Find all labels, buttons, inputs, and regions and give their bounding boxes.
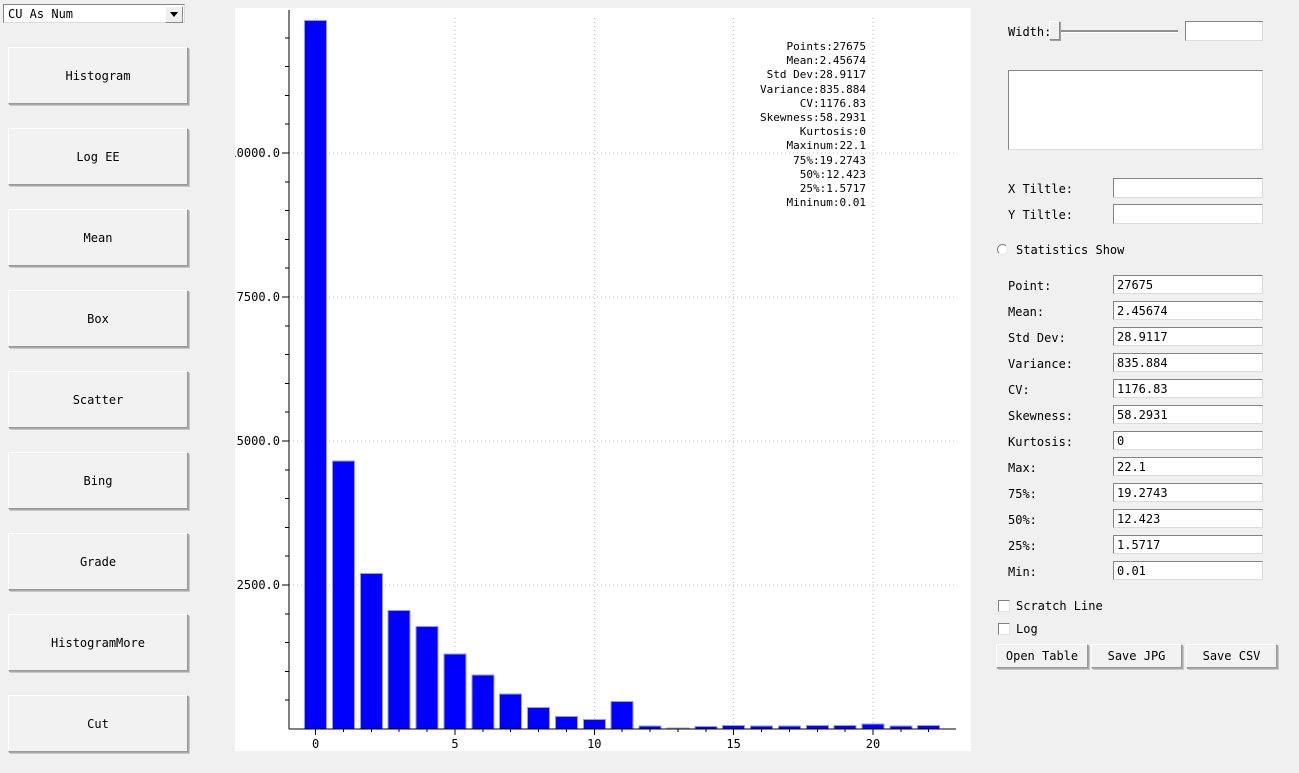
chart-stat-line: Kurtosis:0 [760, 125, 866, 139]
x-tick-label: 20 [866, 737, 880, 751]
chart-stat-line: Mininum:0.01 [760, 196, 866, 210]
kurtosis-input[interactable] [1113, 431, 1263, 450]
open-table-button[interactable]: Open Table [996, 644, 1088, 668]
histogram-bar [472, 675, 494, 729]
save-jpg-button[interactable]: Save JPG [1091, 644, 1182, 668]
mean-label: Mean: [1008, 305, 1044, 319]
cv-label: CV: [1008, 383, 1030, 397]
chart-statistics-overlay: Points:27675Mean:2.45674Std Dev:28.9117V… [760, 40, 866, 210]
x-title-label: X Tiltle: [1008, 182, 1073, 196]
min-label: Min: [1008, 565, 1037, 579]
message-listbox[interactable] [1008, 70, 1263, 150]
width-slider-track[interactable] [1049, 30, 1178, 33]
cv-input[interactable] [1113, 379, 1263, 398]
scratch-line-checkbox[interactable] [998, 600, 1010, 612]
app-window: CU As Num Histogram Log EE Mean Box Scatter B… [0, 0, 1299, 773]
y-tick-label: 7500.0 [237, 290, 280, 304]
histogram-bar [332, 461, 354, 729]
y-tick-label: 2500.0 [237, 578, 280, 592]
std-dev-input[interactable] [1113, 327, 1263, 346]
x-tick-label: 5 [451, 737, 458, 751]
width-label: Width: [1008, 25, 1051, 39]
scratch-line-checkbox-label: Scratch Line [1016, 599, 1103, 613]
cut-button[interactable]: Cut [8, 695, 188, 752]
x-tick-label: 15 [726, 737, 740, 751]
25-label: 25%: [1008, 539, 1037, 553]
histogram-button[interactable]: Histogram [8, 47, 188, 104]
y-title-input[interactable] [1113, 204, 1263, 224]
scatter-button[interactable]: Scatter [8, 371, 188, 428]
histogram-bar [388, 610, 410, 729]
point-label: Point: [1008, 279, 1051, 293]
max-label: Max: [1008, 461, 1037, 475]
min-input[interactable] [1113, 561, 1263, 580]
variance-label: Variance: [1008, 357, 1073, 371]
point-input[interactable] [1113, 275, 1263, 294]
chart-stat-line: CV:1176.83 [760, 97, 866, 111]
y-title-label: Y Tiltle: [1008, 208, 1073, 222]
chart-stat-line: 75%:19.2743 [760, 154, 866, 168]
bing-button[interactable]: Bing [8, 452, 188, 509]
variance-input[interactable] [1113, 353, 1263, 372]
histogram-bar [360, 573, 382, 729]
chart-stat-line: 50%:12.423 [760, 168, 866, 182]
kurtosis-label: Kurtosis: [1008, 435, 1073, 449]
chart-panel: 2500.0 5000.0 7500.0 10000.0 0 5 10 15 20 Points… [235, 8, 971, 751]
save-csv-button[interactable]: Save CSV [1186, 644, 1277, 668]
histogram-bar [555, 716, 577, 729]
75-label: 75%: [1008, 487, 1037, 501]
y-tick-label: 10000.0 [235, 146, 280, 160]
histogram-bar [416, 626, 438, 729]
box-button[interactable]: Box [8, 290, 188, 347]
width-input[interactable] [1185, 21, 1263, 41]
chart-stat-line: Std Dev:28.9117 [760, 68, 866, 82]
chart-stat-line: Skewness:58.2931 [760, 111, 866, 125]
log-checkbox-label: Log [1016, 622, 1038, 636]
log-checkbox[interactable] [998, 623, 1010, 635]
width-slider-thumb[interactable] [1049, 21, 1060, 40]
histogrammore-button[interactable]: HistogramMore [8, 614, 188, 671]
histogram-bar [528, 708, 550, 729]
50-input[interactable] [1113, 509, 1263, 528]
data-source-combobox[interactable]: CU As Num [3, 4, 185, 23]
skewness-input[interactable] [1113, 405, 1263, 424]
histogram-bar [500, 694, 522, 729]
histogram-bar [583, 719, 605, 729]
50-label: 50%: [1008, 513, 1037, 527]
grade-button[interactable]: Grade [8, 533, 188, 590]
statistics-show-radio[interactable] [997, 244, 1008, 255]
mean-input[interactable] [1113, 301, 1263, 320]
log-ee-button[interactable]: Log EE [8, 128, 188, 185]
x-tick-label: 0 [312, 737, 319, 751]
chart-stat-line: Maxinum:22.1 [760, 139, 866, 153]
chart-stat-line: Points:27675 [760, 40, 866, 54]
chevron-down-icon [170, 12, 178, 17]
combobox-dropdown-button[interactable] [165, 6, 183, 23]
75-input[interactable] [1113, 483, 1263, 502]
x-tick-label: 10 [587, 737, 601, 751]
skewness-label: Skewness: [1008, 409, 1073, 423]
histogram-bar [611, 701, 633, 729]
histogram-bar [862, 724, 884, 729]
histogram-bar [444, 654, 466, 729]
histogram-bar [305, 21, 327, 729]
statistics-show-label: Statistics Show [1016, 243, 1124, 257]
combobox-value: CU As Num [8, 7, 73, 21]
x-title-input[interactable] [1113, 178, 1263, 198]
chart-stat-line: 25%:1.5717 [760, 182, 866, 196]
y-tick-label: 5000.0 [237, 434, 280, 448]
max-input[interactable] [1113, 457, 1263, 476]
25-input[interactable] [1113, 535, 1263, 554]
mean-button[interactable]: Mean [8, 209, 188, 266]
std-dev-label: Std Dev: [1008, 331, 1066, 345]
chart-stat-line: Variance:835.884 [760, 83, 866, 97]
chart-stat-line: Mean:2.45674 [760, 54, 866, 68]
